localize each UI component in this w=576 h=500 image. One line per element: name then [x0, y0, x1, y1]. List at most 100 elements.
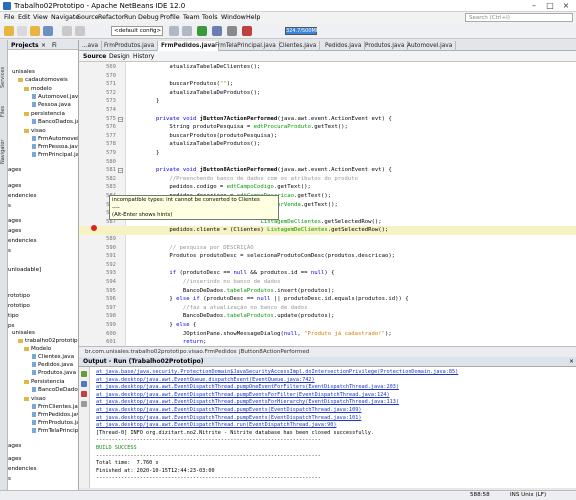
- menu-edit[interactable]: Edit: [18, 14, 30, 21]
- rerun-icon[interactable]: [81, 371, 87, 377]
- settings-icon[interactable]: [81, 401, 87, 407]
- search-input[interactable]: Search (Ctrl+I): [465, 13, 573, 22]
- tree-item[interactable]: FrmTelaPrincipal.ja: [32, 428, 78, 434]
- code-line[interactable]: Produtos produtoDesc = selecionaProdutoC…: [129, 253, 395, 259]
- stack-trace-link[interactable]: at java.desktop/java.awt.EventDispatchTh…: [96, 392, 390, 398]
- code-line[interactable]: private void jButton7ActionPerformed(jav…: [129, 116, 392, 122]
- tree-item[interactable]: ages: [8, 167, 21, 173]
- tree-item[interactable]: endencies: [8, 193, 37, 199]
- code-line[interactable]: return;: [129, 339, 207, 345]
- code-line[interactable]: buscarProdutos("");: [129, 81, 233, 87]
- tree-item[interactable]: s: [8, 248, 11, 254]
- stack-trace-link[interactable]: at java.desktop/java.awt.EventDispatchTh…: [96, 384, 399, 390]
- editor-tab[interactable]: FrmPedidos.java: [158, 41, 220, 51]
- tree-item[interactable]: s: [8, 476, 11, 482]
- code-line[interactable]: //faz a atualização no banco de dados: [129, 305, 308, 311]
- menu-refactor[interactable]: Refactor: [98, 14, 124, 21]
- breadcrumb-method[interactable]: jButton8ActionPerformed: [239, 349, 309, 355]
- code-line[interactable]: // pesquisa por DESCRIÇÃO: [129, 245, 253, 251]
- tree-item[interactable]: visao: [24, 128, 46, 134]
- menu-debug[interactable]: Debug: [138, 14, 159, 21]
- stack-trace-link[interactable]: at java.desktop/java.awt.EventDispatchTh…: [96, 415, 361, 421]
- menu-file[interactable]: File: [4, 14, 15, 21]
- close-icon[interactable]: ×: [559, 1, 573, 11]
- editor-tab[interactable]: Automovel.java: [404, 41, 457, 51]
- tree-item[interactable]: visao: [24, 396, 46, 402]
- memory-indicator[interactable]: 324.7/500MB: [285, 27, 319, 35]
- menu-team[interactable]: Team: [183, 14, 200, 21]
- output-tab[interactable]: Output - Run (Trabalho02Prototipo): [83, 358, 203, 365]
- code-line[interactable]: BancoDeDados.tabelaProdutos.insert(produ…: [129, 288, 335, 294]
- debug-icon[interactable]: [212, 26, 222, 36]
- history-view-button[interactable]: History: [133, 53, 154, 60]
- tab-projects[interactable]: Projects: [11, 42, 39, 49]
- tree-item[interactable]: FrmAutomoveis.java: [32, 136, 78, 142]
- tree-item[interactable]: rototipo: [8, 293, 30, 299]
- tree-item[interactable]: Produtos.java: [32, 370, 76, 376]
- tree-item[interactable]: Pessoa.java: [32, 102, 71, 108]
- stack-trace-link[interactable]: at java.desktop/java.awt.EventQueue.disp…: [96, 377, 315, 383]
- code-line[interactable]: atualizaTabelaDeClientes();: [129, 64, 260, 70]
- breadcrumb-class-path[interactable]: br.com.unisales.trabalho02prototipo.visa…: [85, 349, 237, 355]
- tree-item[interactable]: tipo: [8, 313, 19, 319]
- code-line[interactable]: } else {: [129, 322, 196, 328]
- code-line[interactable]: //inserindo no banco de dados: [129, 279, 281, 285]
- tree-item[interactable]: FrmPrincipal.java: [32, 152, 78, 158]
- stack-trace-link[interactable]: at java.base/java.security.ProtectionDom…: [96, 369, 458, 375]
- source-view-button[interactable]: Source: [83, 53, 106, 60]
- files-tab[interactable]: Files: [0, 95, 8, 117]
- tree-item[interactable]: ages: [8, 218, 21, 224]
- tree-item[interactable]: cadautomoveis: [18, 77, 68, 83]
- code-line[interactable]: buscarProdutos(produtoPesquisa);: [129, 133, 277, 139]
- tree-item[interactable]: BancoDados.java: [32, 119, 78, 125]
- navigator-tab[interactable]: Navigator: [0, 124, 8, 164]
- tree-item[interactable]: Modelo: [24, 346, 51, 352]
- output-close-icon[interactable]: ×: [569, 358, 574, 365]
- run-icon[interactable]: [197, 26, 207, 36]
- editor-tab[interactable]: FrmTelaPrincipal.java: [212, 41, 280, 51]
- tree-item[interactable]: ps: [8, 323, 14, 329]
- code-line[interactable]: }: [129, 150, 159, 156]
- code-line[interactable]: atualizaTabelaDeProdutos();: [129, 141, 260, 147]
- stack-trace-link[interactable]: at java.desktop/java.awt.EventDispatchTh…: [96, 422, 336, 428]
- fold-toggle-icon[interactable]: −: [118, 168, 123, 174]
- stop-icon[interactable]: [242, 26, 252, 36]
- clean-build-icon[interactable]: [182, 26, 192, 36]
- stop-output-icon[interactable]: [81, 391, 87, 397]
- menu-source[interactable]: Source: [77, 14, 99, 21]
- editor-tab[interactable]: Pedidos.java: [322, 41, 366, 51]
- design-view-button[interactable]: Design: [109, 53, 130, 60]
- editor-tab[interactable]: Clientes.java: [276, 41, 321, 51]
- tree-item[interactable]: ages: [8, 183, 21, 189]
- undo-icon[interactable]: [62, 26, 72, 36]
- tree-item[interactable]: FrmClientes.java: [32, 404, 78, 410]
- new-project-icon[interactable]: [4, 26, 14, 36]
- tree-item[interactable]: persistencia: [24, 111, 65, 117]
- code-line[interactable]: pedidos.cliente = (Clientes) ListagemDeC…: [129, 227, 388, 233]
- menu-help[interactable]: Help: [246, 14, 260, 21]
- tree-item[interactable]: ages: [8, 443, 21, 449]
- menu-run[interactable]: Run: [124, 14, 136, 21]
- tree-item[interactable]: endencies: [8, 466, 37, 472]
- minimize-icon[interactable]: –: [527, 1, 541, 11]
- tree-item[interactable]: ages: [8, 456, 21, 462]
- code-line[interactable]: if (produtoDesc == null && produtos.id =…: [129, 270, 334, 276]
- code-line[interactable]: String produtoPesquisa = edtProcuraProdu…: [129, 124, 348, 130]
- tree-item[interactable]: ages: [8, 228, 21, 234]
- tree-item[interactable]: FrmPedidos.java: [32, 412, 78, 418]
- editor-tab[interactable]: ...ava: [79, 41, 103, 51]
- tree-item[interactable]: BancoDeDados.ja: [32, 387, 78, 393]
- tree-item[interactable]: Pedidos.java: [32, 362, 73, 368]
- editor-tab[interactable]: FrmProdutos.java: [101, 41, 159, 51]
- menu-profile[interactable]: Profile: [160, 14, 180, 21]
- configuration-select[interactable]: <default config>: [111, 26, 163, 36]
- fold-toggle-icon[interactable]: −: [118, 116, 123, 122]
- tree-item[interactable]: s: [8, 203, 11, 209]
- tree-item[interactable]: unisales: [12, 69, 35, 75]
- tree-item[interactable]: FrmProdutos.java: [32, 420, 78, 426]
- tree-item[interactable]: Clientes.java: [32, 354, 74, 360]
- tree-item[interactable]: trabalho02prototipo: [18, 338, 78, 344]
- code-line[interactable]: JOptionPane.showMessageDialog(null, "Pro…: [129, 331, 392, 337]
- tree-item[interactable]: rototipo: [8, 303, 30, 309]
- code-line[interactable]: atualizaTabelaDeProdutos();: [129, 90, 260, 96]
